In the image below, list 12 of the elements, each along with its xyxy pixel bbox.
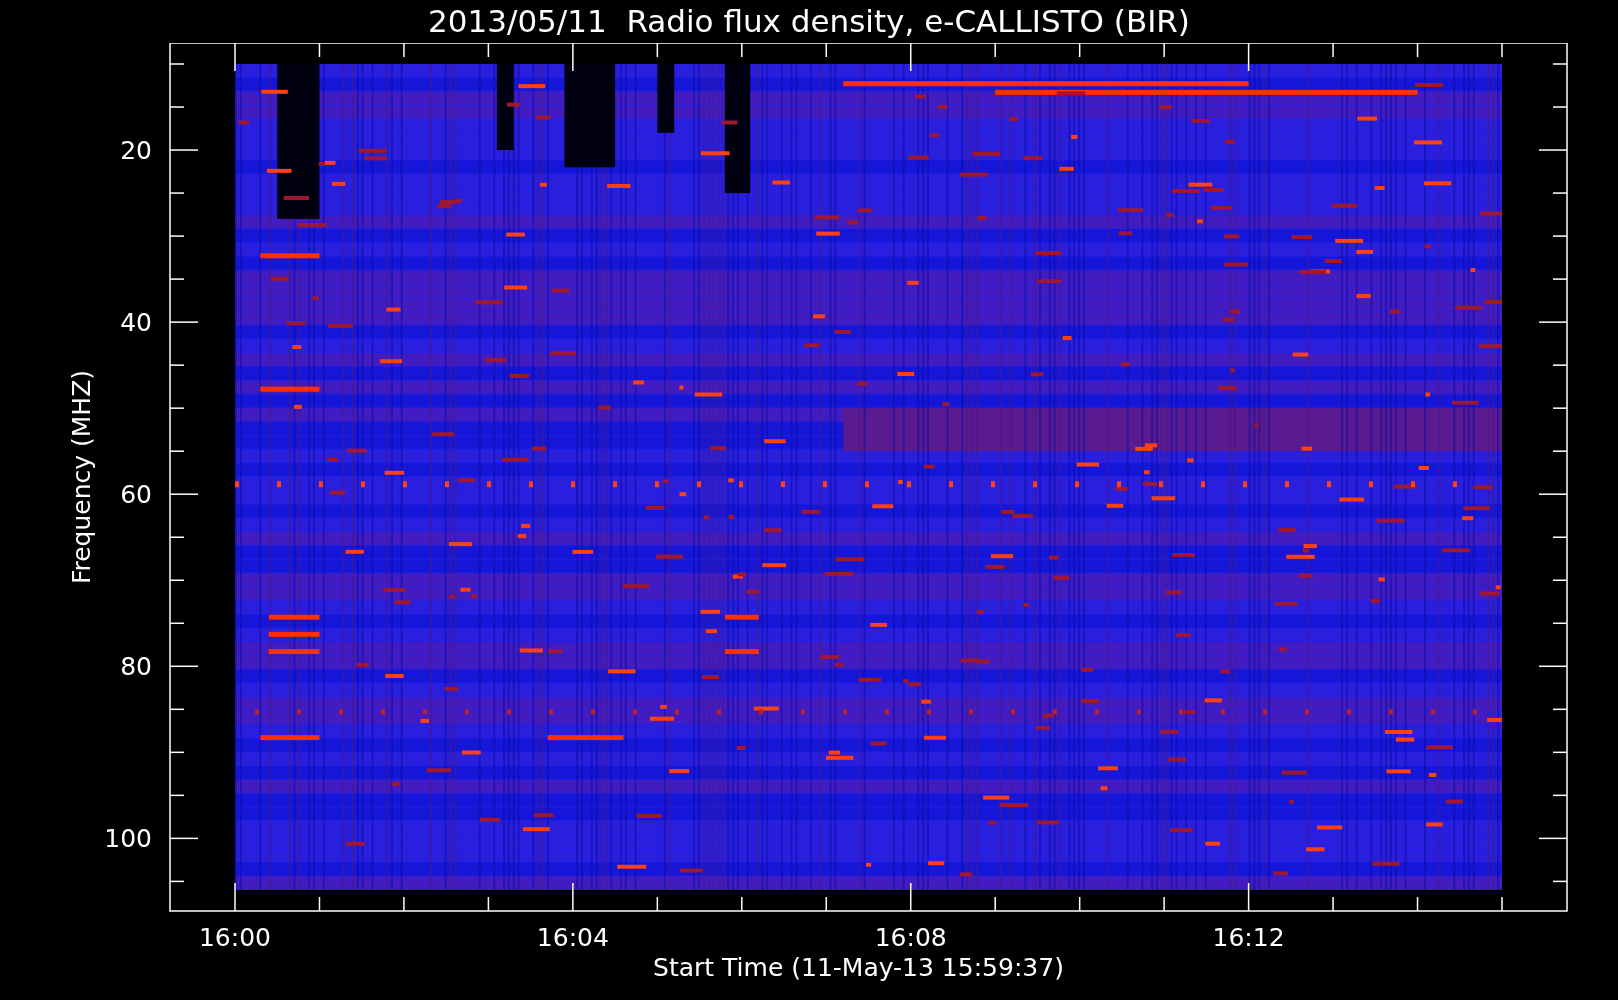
y-tick-label: 100: [104, 824, 152, 854]
y-tick-label: 80: [120, 652, 152, 682]
x-tick-label: 16:08: [874, 923, 947, 952]
y-tick-label: 60: [120, 480, 152, 510]
x-axis-label: Start Time (11-May-13 15:59:37): [653, 953, 1064, 982]
y-tick-label: 20: [120, 136, 152, 166]
y-axis-label: Frequency (MHZ): [67, 369, 96, 585]
y-tick-label: 40: [120, 308, 152, 338]
x-tick-label: 16:00: [199, 923, 271, 952]
x-tick-label: 16:04: [536, 923, 609, 952]
chart-title: 2013/05/11 Radio flux density, e-CALLISTO (BIR): [428, 2, 1190, 41]
x-tick-label: 16:12: [1212, 923, 1285, 952]
